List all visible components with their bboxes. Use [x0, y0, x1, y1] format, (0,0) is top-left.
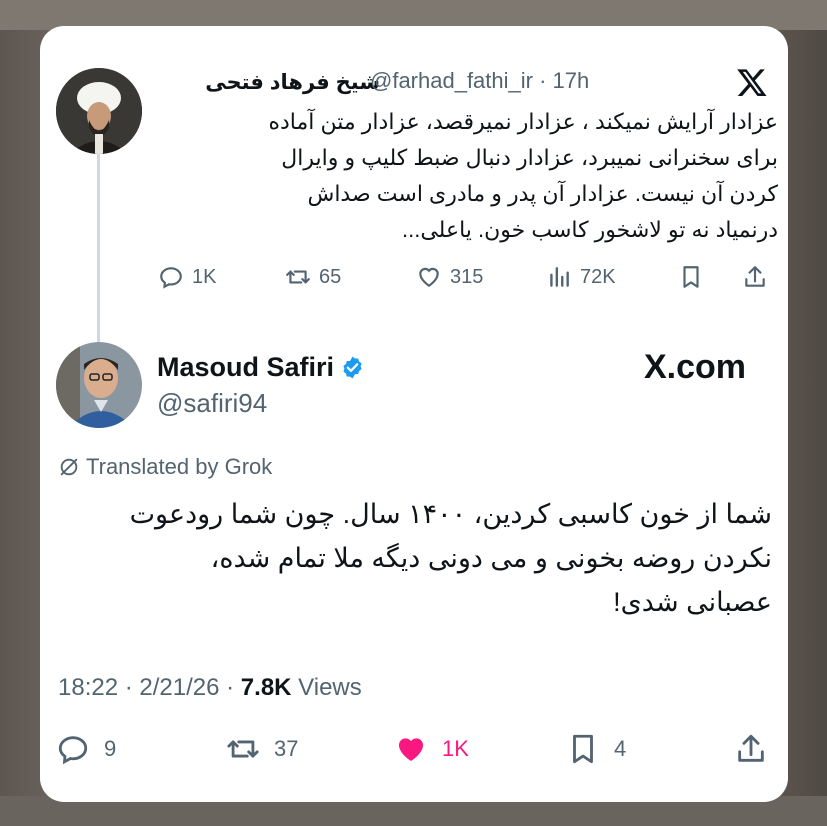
- author-handle[interactable]: @safiri94: [157, 388, 267, 419]
- bookmark-icon: [573, 734, 593, 764]
- bookmark-icon: [683, 266, 699, 288]
- quoted-repost-count: 65: [319, 265, 342, 288]
- tweet-text-line: عصبانی شدی!: [613, 587, 772, 617]
- share-button[interactable]: [734, 732, 768, 766]
- like-icon: [419, 267, 439, 287]
- translated-by-grok[interactable]: Translated by Grok: [58, 454, 272, 480]
- grok-translate-icon: [60, 458, 78, 476]
- quoted-text-line: برای سخنرانی نمیبرد، عزادار دنبال ضبط کل…: [281, 145, 778, 170]
- thread-line: [97, 154, 100, 360]
- quoted-tweet-text: عزادار آرایش نمیکند ، عزادار نمیرقصد، عز…: [158, 104, 778, 248]
- reply-count: 9: [104, 736, 117, 761]
- quoted-text-line: کردن آن نیست. عزادار آن پدر و مادری است …: [307, 181, 778, 206]
- tweet-card: شیخ فرهاد فتحی @farhad_fathi_ir · 17h عز…: [40, 26, 788, 802]
- verified-badge-icon: [343, 356, 362, 379]
- author-avatar-image: [56, 342, 142, 428]
- quoted-like-button[interactable]: 315: [416, 264, 483, 290]
- tweet-text-line: شما از خون کاسبی کردین، ۱۴۰۰ سال. چون شم…: [129, 499, 772, 529]
- x-logo-icon: [737, 69, 767, 96]
- author-display-name: Masoud Safiri: [157, 352, 335, 382]
- quoted-avatar[interactable]: [56, 68, 142, 154]
- author-avatar[interactable]: [56, 342, 142, 428]
- repost-icon: [227, 740, 259, 758]
- quoted-text-line: عزادار آرایش نمیکند ، عزادار نمیرقصد، عز…: [268, 109, 778, 134]
- repost-button[interactable]: 37: [226, 732, 298, 766]
- tweet-view-count: 7.8K: [240, 674, 292, 701]
- like-count: 1K: [442, 736, 469, 761]
- like-icon: [398, 738, 424, 762]
- tweet-action-bar: 9 37 1K 4: [40, 732, 788, 772]
- quoted-view-count: 72K: [580, 265, 616, 288]
- like-button[interactable]: 1K: [394, 732, 469, 766]
- quoted-avatar-image: [56, 68, 142, 154]
- share-icon: [738, 734, 764, 762]
- x-com-watermark: X.com: [644, 348, 747, 386]
- tweet-views-label: Views: [291, 674, 362, 701]
- author-name-row[interactable]: Masoud Safiri: [157, 352, 365, 383]
- quoted-action-bar: 1K 65 315 72K: [158, 264, 778, 300]
- quoted-reply-count: 1K: [192, 265, 217, 288]
- tweet-text: شما از خون کاسبی کردین، ۱۴۰۰ سال. چون شم…: [80, 492, 772, 624]
- quoted-like-count: 315: [450, 265, 484, 288]
- quoted-reply-button[interactable]: 1K: [158, 264, 216, 290]
- quoted-handle-time[interactable]: @farhad_fathi_ir · 17h: [370, 68, 589, 94]
- quoted-text-line: درنمیاد نه تو لاشخور کاسب خون. یاعلی...: [401, 217, 778, 242]
- translated-label: Translated by Grok: [86, 454, 273, 479]
- tweet-meta: 18:22 · 2/21/26 · 7.8K Views: [58, 674, 362, 702]
- reply-icon: [160, 267, 182, 289]
- repost-icon: [286, 270, 310, 284]
- tweet-text-line: نکردن روضه بخونی و می دونی دیگه ملا تمام…: [210, 543, 772, 573]
- share-icon: [745, 266, 765, 287]
- reply-button[interactable]: 9: [56, 732, 116, 766]
- quoted-share-button[interactable]: [742, 264, 768, 290]
- quoted-bookmark-button[interactable]: [678, 264, 704, 290]
- views-icon: [550, 267, 569, 287]
- quoted-views-button[interactable]: 72K: [546, 264, 616, 290]
- repost-count: 37: [274, 736, 299, 761]
- reply-icon: [58, 736, 88, 765]
- bookmark-count: 4: [614, 736, 627, 761]
- quoted-repost-button[interactable]: 65: [285, 264, 341, 290]
- quoted-display-name[interactable]: شیخ فرهاد فتحی: [205, 70, 380, 95]
- tweet-timestamp[interactable]: 18:22 · 2/21/26 ·: [58, 674, 241, 701]
- bookmark-button[interactable]: 4: [566, 732, 626, 766]
